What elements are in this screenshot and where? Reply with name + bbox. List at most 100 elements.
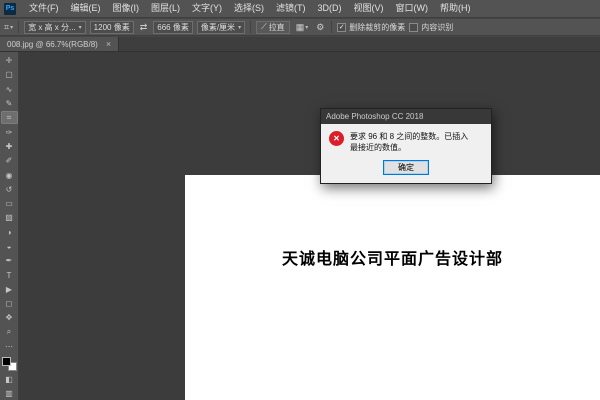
active-tool-indicator[interactable]: ⌗ ▾ — [4, 22, 13, 33]
dialog-body: ✕ 要求 96 和 8 之间的整数。已插入最接近的数值。 — [321, 124, 491, 156]
tool-icon: ✥ — [6, 313, 13, 322]
eyedropper-tool[interactable]: ✑ — [1, 125, 18, 138]
color-swatches[interactable] — [2, 357, 17, 371]
overlay-options-button[interactable]: ▦ ▾ — [294, 22, 311, 33]
resolution-unit-value: 像素/厘米 — [201, 22, 235, 33]
history-brush-tool[interactable]: ↺ — [1, 183, 18, 196]
move-tool[interactable]: ✛ — [1, 54, 18, 67]
tool-icon: ✒ — [6, 256, 13, 265]
menu-item[interactable]: 选择(S) — [228, 0, 270, 17]
content-aware-label: 内容识别 — [421, 22, 453, 33]
menu-item[interactable]: 图层(L) — [145, 0, 186, 17]
quick-selection-tool[interactable]: ✎ — [1, 97, 18, 110]
check-icon: ✓ — [339, 23, 345, 31]
menu-item[interactable]: 文字(Y) — [186, 0, 228, 17]
dialog-title: Adobe Photoshop CC 2018 — [326, 112, 423, 121]
error-dialog: Adobe Photoshop CC 2018 ✕ 要求 96 和 8 之间的整… — [320, 108, 492, 184]
chevron-down-icon: ▾ — [79, 24, 82, 31]
tool-icon: ◻ — [6, 299, 13, 308]
swap-dimensions-button[interactable]: ⇄ — [138, 22, 150, 33]
crop-preset-value: 宽 x 高 x 分... — [28, 22, 76, 33]
type-tool[interactable]: T — [1, 268, 18, 281]
menu-item[interactable]: 窗口(W) — [390, 0, 435, 17]
dialog-message: 要求 96 和 8 之间的整数。已插入最接近的数值。 — [350, 131, 476, 153]
tool-icon: ↺ — [6, 185, 13, 194]
straighten-button[interactable]: ⟋ 拉直 — [256, 21, 290, 34]
foreground-color-swatch[interactable] — [2, 357, 11, 366]
tool-icon: ▭ — [5, 199, 13, 208]
crop-width-value: 1200 像素 — [94, 22, 130, 33]
hand-tool[interactable]: ✥ — [1, 311, 18, 324]
chevron-down-icon: ▾ — [10, 24, 13, 31]
crop-tool[interactable]: ⌗ — [1, 111, 18, 124]
menu-item[interactable]: 帮助(H) — [434, 0, 477, 17]
close-icon[interactable]: × — [106, 39, 111, 49]
crop-options-bar: ⌗ ▾ 宽 x 高 x 分... ▾ 1200 像素 ⇄ 666 像素 像素/厘… — [0, 19, 600, 36]
dialog-footer: 确定 — [321, 156, 491, 183]
straighten-icon: ⟋ — [261, 22, 267, 32]
screen-mode-button[interactable]: ▥ — [1, 387, 18, 400]
quick-mask-button[interactable]: ◧ — [1, 372, 18, 385]
crop-preset-dropdown[interactable]: 宽 x 高 x 分... ▾ — [24, 21, 86, 34]
ok-button[interactable]: 确定 — [383, 160, 429, 175]
tool-icon: ✐ — [6, 156, 13, 165]
document-canvas[interactable]: 天诚电脑公司平面广告设计部 — [185, 175, 600, 400]
tool-icon: ✑ — [6, 128, 13, 137]
tool-icon: ▢ — [5, 70, 13, 79]
menu-item[interactable]: 3D(D) — [312, 0, 348, 17]
tool-icon: ✛ — [6, 56, 13, 65]
delete-cropped-pixels-checkbox[interactable]: ✓ — [337, 23, 346, 32]
crop-settings-button[interactable]: ⚙ — [314, 22, 326, 33]
menu-items: 文件(F) 编辑(E) 图像(I) 图层(L) 文字(Y) 选择(S) 滤镜(T… — [23, 0, 477, 17]
divider — [331, 21, 332, 33]
crop-tool-icon: ⌗ — [4, 22, 9, 33]
eraser-tool[interactable]: ▭ — [1, 197, 18, 210]
content-aware-checkbox[interactable]: ✓ — [409, 23, 418, 32]
workspace: ✛ ▢ ∿ ✎ ⌗ ✑ ✚ — [0, 52, 600, 400]
chevron-down-icon: ▾ — [305, 24, 308, 31]
gear-icon: ⚙ — [316, 22, 324, 33]
divider — [250, 21, 251, 33]
document-tab[interactable]: 008.jpg @ 66.7%(RGB/8) × — [0, 37, 119, 51]
tool-icon: ◉ — [6, 171, 13, 180]
grid-overlay-icon: ▦ — [296, 22, 305, 33]
dialog-title-bar[interactable]: Adobe Photoshop CC 2018 — [321, 109, 491, 124]
crop-height-input[interactable]: 666 像素 — [153, 21, 193, 34]
crop-width-input[interactable]: 1200 像素 — [90, 21, 134, 34]
menu-item[interactable]: 视图(V) — [348, 0, 390, 17]
tool-icon: T — [7, 271, 12, 280]
zoom-tool[interactable]: ⌕ — [1, 326, 18, 339]
document-headline-text: 天诚电脑公司平面广告设计部 — [185, 245, 600, 269]
document-tab-title: 008.jpg @ 66.7%(RGB/8) — [7, 40, 98, 49]
tool-icon: ✎ — [6, 99, 13, 108]
blur-tool[interactable]: ◑ — [1, 226, 18, 239]
tool-icon: ⌗ — [7, 113, 12, 123]
tools-panel: ✛ ▢ ∿ ✎ ⌗ ✑ ✚ — [0, 52, 19, 400]
crop-height-value: 666 像素 — [157, 22, 189, 33]
tool-icon: ⌕ — [7, 327, 11, 337]
resolution-unit-dropdown[interactable]: 像素/厘米 ▾ — [197, 21, 245, 34]
menu-item[interactable]: 编辑(E) — [65, 0, 107, 17]
error-icon: ✕ — [329, 131, 344, 146]
toolbar-ellipsis-button[interactable]: ⋯ — [1, 340, 18, 353]
healing-brush-tool[interactable]: ✚ — [1, 140, 18, 153]
path-selection-tool[interactable]: ▶ — [1, 283, 18, 296]
gradient-tool[interactable]: ▧ — [1, 211, 18, 224]
dodge-tool[interactable]: ◒ — [1, 240, 18, 253]
menu-item[interactable]: 图像(I) — [107, 0, 146, 17]
pen-tool[interactable]: ✒ — [1, 254, 18, 267]
tool-icon: ▧ — [5, 213, 13, 222]
content-aware-group: ✓ 内容识别 — [409, 22, 453, 33]
clone-stamp-tool[interactable]: ◉ — [1, 168, 18, 181]
canvas-area[interactable]: 天诚电脑公司平面广告设计部 — [19, 52, 600, 400]
marquee-tool[interactable]: ▢ — [1, 68, 18, 81]
tool-icon: ◒ — [7, 242, 12, 251]
lasso-tool[interactable]: ∿ — [1, 83, 18, 96]
shape-tool[interactable]: ◻ — [1, 297, 18, 310]
tool-icon: ✚ — [6, 142, 13, 151]
menu-item[interactable]: 滤镜(T) — [270, 0, 312, 17]
straighten-label: 拉直 — [269, 22, 285, 33]
photoshop-logo-icon: Ps — [4, 3, 16, 15]
menu-item[interactable]: 文件(F) — [23, 0, 65, 17]
brush-tool[interactable]: ✐ — [1, 154, 18, 167]
